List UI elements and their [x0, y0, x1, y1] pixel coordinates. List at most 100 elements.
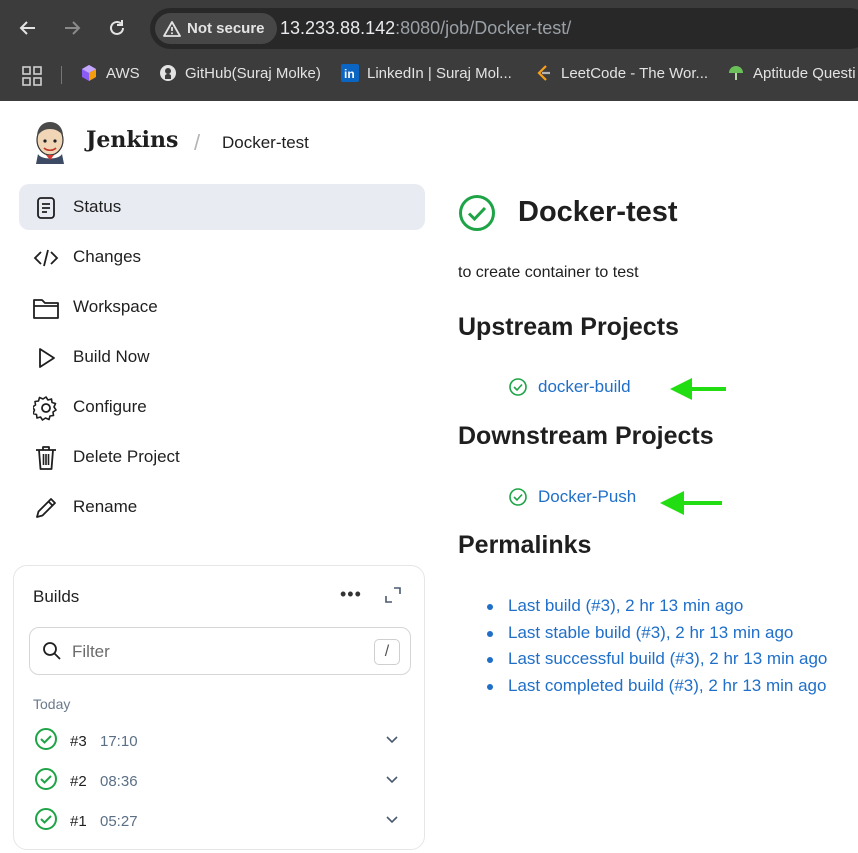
url-path: :8080/job/Docker-test/ — [395, 18, 572, 38]
bookmark-linkedin[interactable]: in LinkedIn | Suraj Mol... — [341, 64, 512, 82]
sidebar-item-configure[interactable]: Configure — [19, 384, 425, 430]
filter-input[interactable] — [72, 640, 362, 664]
bookmark-aws[interactable]: AWS — [80, 64, 140, 82]
upstream-project-link[interactable]: docker-build — [508, 377, 631, 397]
downstream-heading: Downstream Projects — [458, 422, 714, 450]
security-label: Not secure — [187, 20, 265, 37]
builds-title: Builds — [33, 587, 80, 606]
build-time: 05:27 — [100, 813, 138, 830]
bookmark-leetcode[interactable]: LeetCode - The Wor... — [535, 64, 708, 82]
bookmark-label: LeetCode - The Wor... — [561, 64, 709, 82]
reload-icon — [110, 20, 124, 35]
trash-icon — [33, 445, 59, 471]
forward-button[interactable] — [58, 14, 86, 42]
job-description: to create container to test — [458, 264, 639, 281]
linkedin-icon: in — [341, 64, 359, 82]
permalink-last-completed-build[interactable]: Last completed build (#3), 2 hr 13 min a… — [508, 676, 826, 695]
page-title: Docker-test — [518, 196, 678, 228]
reload-button[interactable] — [103, 14, 131, 42]
build-number[interactable]: #2 — [70, 773, 87, 790]
bookmark-label: LinkedIn | Suraj Mol... — [367, 64, 512, 82]
sidebar-item-build-now[interactable]: Build Now — [19, 334, 425, 380]
apps-grid-icon[interactable] — [22, 66, 42, 86]
build-number[interactable]: #3 — [70, 733, 87, 750]
pencil-icon — [33, 495, 59, 521]
annotation-arrow-icon — [660, 491, 722, 515]
downstream-project-name[interactable]: Docker-Push — [538, 487, 636, 507]
breadcrumb-job[interactable]: Docker-test — [222, 133, 309, 153]
builds-filter[interactable]: / — [29, 627, 411, 675]
sidebar-item-changes[interactable]: Changes — [19, 234, 425, 280]
build-row[interactable]: #2 08:36 — [14, 767, 424, 807]
leetcode-icon — [537, 65, 550, 81]
sidebar-item-rename[interactable]: Rename — [19, 484, 425, 530]
bookmark-label: AWS — [106, 64, 140, 82]
browser-chrome: Not secure 13.233.88.142:8080/job/Docker… — [0, 0, 858, 101]
bookmark-label: Aptitude Questi — [753, 64, 856, 82]
folder-icon — [33, 295, 59, 321]
build-row[interactable]: #1 05:27 — [14, 807, 424, 847]
chevron-down-icon[interactable] — [384, 771, 400, 787]
permalink-last-build[interactable]: Last build (#3), 2 hr 13 min ago — [508, 596, 743, 615]
success-check-icon — [35, 728, 57, 750]
search-icon — [43, 642, 61, 660]
svg-text:in: in — [344, 67, 355, 81]
sidebar-item-label: Workspace — [73, 297, 158, 316]
expand-icon[interactable] — [384, 586, 402, 604]
success-check-icon — [35, 768, 57, 790]
back-button[interactable] — [14, 14, 42, 42]
warning-triangle-icon — [163, 20, 181, 37]
bookmark-aptitude[interactable]: Aptitude Questi — [727, 64, 856, 82]
downstream-project-link[interactable]: Docker-Push — [508, 487, 636, 507]
builds-panel: Builds ••• / Today #3 17:10 #2 08:36 #1 … — [13, 565, 425, 850]
code-icon — [33, 245, 59, 271]
play-icon — [33, 345, 59, 371]
gear-icon — [33, 395, 59, 421]
list-item: Last stable build (#3), 2 hr 13 min ago — [480, 623, 827, 650]
aptitude-icon — [729, 66, 743, 80]
url-host: 13.233.88.142 — [280, 18, 396, 38]
success-check-icon — [509, 378, 527, 396]
annotation-arrow-icon — [670, 378, 726, 400]
security-chip[interactable]: Not secure — [155, 13, 277, 44]
sidebar-item-delete-project[interactable]: Delete Project — [19, 434, 425, 480]
sidebar-item-label: Changes — [73, 247, 142, 266]
sidebar-item-workspace[interactable]: Workspace — [19, 284, 425, 330]
bookmark-label: GitHub(Suraj Molke) — [185, 64, 321, 82]
success-check-icon — [35, 808, 57, 830]
bookmark-divider — [61, 66, 62, 84]
build-row[interactable]: #3 17:10 — [14, 727, 424, 767]
aws-cube-icon — [82, 65, 96, 81]
upstream-heading: Upstream Projects — [458, 313, 679, 341]
build-time: 17:10 — [100, 733, 138, 750]
success-check-icon — [509, 488, 527, 506]
job-success-icon — [459, 195, 495, 231]
builds-group-label: Today — [33, 696, 71, 712]
forward-arrow-icon — [65, 21, 81, 35]
url-text[interactable]: 13.233.88.142:8080/job/Docker-test/ — [280, 18, 571, 39]
sidebar-item-label: Rename — [73, 497, 138, 516]
chevron-down-icon[interactable] — [384, 731, 400, 747]
permalink-last-stable-build[interactable]: Last stable build (#3), 2 hr 13 min ago — [508, 623, 793, 642]
upstream-project-name[interactable]: docker-build — [538, 377, 631, 397]
build-number[interactable]: #1 — [70, 813, 87, 830]
chevron-down-icon[interactable] — [384, 811, 400, 827]
breadcrumb-separator: / — [194, 130, 201, 155]
jenkins-logo[interactable] — [30, 120, 70, 164]
sidebar-item-label: Status — [73, 197, 122, 216]
address-bar[interactable]: Not secure 13.233.88.142:8080/job/Docker… — [150, 8, 858, 49]
back-arrow-icon — [19, 21, 35, 35]
jenkins-brand[interactable]: Jenkins — [86, 127, 178, 153]
builds-more-button[interactable]: ••• — [340, 584, 362, 605]
permalink-last-successful-build[interactable]: Last successful build (#3), 2 hr 13 min … — [508, 649, 827, 668]
sidebar-item-label: Configure — [73, 397, 147, 416]
bookmark-github[interactable]: GitHub(Suraj Molke) — [159, 64, 321, 82]
filter-shortcut-key: / — [374, 639, 400, 665]
sidebar-item-label: Build Now — [73, 347, 150, 366]
list-item: Last completed build (#3), 2 hr 13 min a… — [480, 676, 827, 703]
github-icon — [160, 65, 176, 81]
status-document-icon — [33, 195, 59, 221]
permalinks-list: Last build (#3), 2 hr 13 min ago Last st… — [480, 596, 827, 702]
permalinks-heading: Permalinks — [458, 531, 592, 559]
sidebar-item-status[interactable]: Status — [19, 184, 425, 230]
